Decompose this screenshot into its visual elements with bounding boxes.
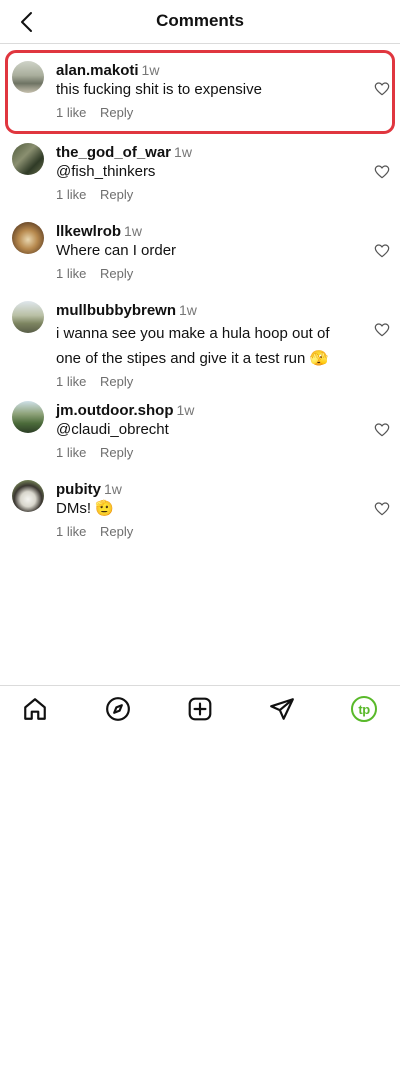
comment-age: 1w: [104, 481, 122, 497]
comment-age: 1w: [179, 302, 197, 318]
avatar[interactable]: [12, 143, 44, 175]
bottom-tab-bar: tp: [0, 685, 400, 731]
comment-item: llkewlrob 1w Where can I order 1 like Rep…: [0, 215, 400, 294]
like-count[interactable]: 1 like: [56, 445, 86, 460]
comment-item: mullbubbybrewn 1w i wanna see you make a …: [0, 294, 400, 394]
comment-text: i wanna see you make a hula hoop out of …: [56, 325, 330, 367]
heart-outline-icon[interactable]: [374, 422, 390, 438]
avatar[interactable]: [12, 301, 44, 333]
heart-outline-icon[interactable]: [374, 243, 390, 259]
avatar[interactable]: [12, 222, 44, 254]
heart-outline-icon[interactable]: [374, 501, 390, 517]
reply-button[interactable]: Reply: [100, 374, 133, 389]
tp-avatar-icon[interactable]: tp: [351, 696, 377, 722]
comment-username[interactable]: jm.outdoor.shop: [56, 402, 174, 419]
reply-button[interactable]: Reply: [100, 187, 133, 202]
like-count[interactable]: 1 like: [56, 266, 86, 281]
page-title: Comments: [156, 11, 244, 30]
comment-item: pubity 1w DMs! 🫡 1 like Reply: [0, 473, 400, 552]
comment-item: the_god_of_war 1w @fish_thinkers 1 like R…: [0, 136, 400, 215]
send-icon[interactable]: [269, 696, 295, 722]
comment-text: @claudi_obrecht: [56, 421, 169, 438]
reply-button[interactable]: Reply: [100, 266, 133, 281]
comment-item: alan.makoti 1w this fucking shit is to ex…: [5, 50, 395, 134]
comment-text: DMs! 🫡: [56, 500, 114, 517]
like-count[interactable]: 1 like: [56, 524, 86, 539]
compass-icon[interactable]: [105, 696, 131, 722]
comment-age: 1w: [124, 223, 142, 239]
comment-username[interactable]: pubity: [56, 481, 101, 498]
heart-outline-icon[interactable]: [374, 81, 390, 97]
reply-button[interactable]: Reply: [100, 524, 133, 539]
like-count[interactable]: 1 like: [56, 187, 86, 202]
avatar[interactable]: [12, 61, 44, 93]
avatar[interactable]: [12, 480, 44, 512]
header-bar: Comments: [0, 0, 400, 44]
like-count[interactable]: 1 like: [56, 374, 86, 389]
comment-username[interactable]: alan.makoti: [56, 62, 139, 79]
comment-age: 1w: [141, 62, 160, 78]
comment-username[interactable]: llkewlrob: [56, 223, 121, 240]
home-icon[interactable]: [22, 696, 48, 722]
plus-square-icon[interactable]: [187, 696, 213, 722]
comment-item: jm.outdoor.shop 1w @claudi_obrecht 1 like…: [0, 394, 400, 473]
comment-age: 1w: [174, 144, 192, 160]
profile-initials: tp: [358, 701, 370, 717]
comment-age: 1w: [176, 402, 195, 418]
heart-outline-icon[interactable]: [374, 322, 390, 338]
comment-text: @fish_thinkers: [56, 163, 156, 180]
reply-button[interactable]: Reply: [100, 105, 133, 120]
comment-list: alan.makoti 1w this fucking shit is to ex…: [0, 50, 400, 552]
like-count[interactable]: 1 like: [56, 105, 86, 120]
reply-button[interactable]: Reply: [100, 445, 133, 460]
comment-username[interactable]: mullbubbybrewn: [56, 302, 176, 319]
avatar[interactable]: [12, 401, 44, 433]
comment-text: Where can I order: [56, 242, 177, 259]
comment-username[interactable]: the_god_of_war: [56, 144, 171, 161]
heart-outline-icon[interactable]: [374, 164, 390, 180]
comment-text: this fucking shit is to expensive: [56, 81, 262, 98]
